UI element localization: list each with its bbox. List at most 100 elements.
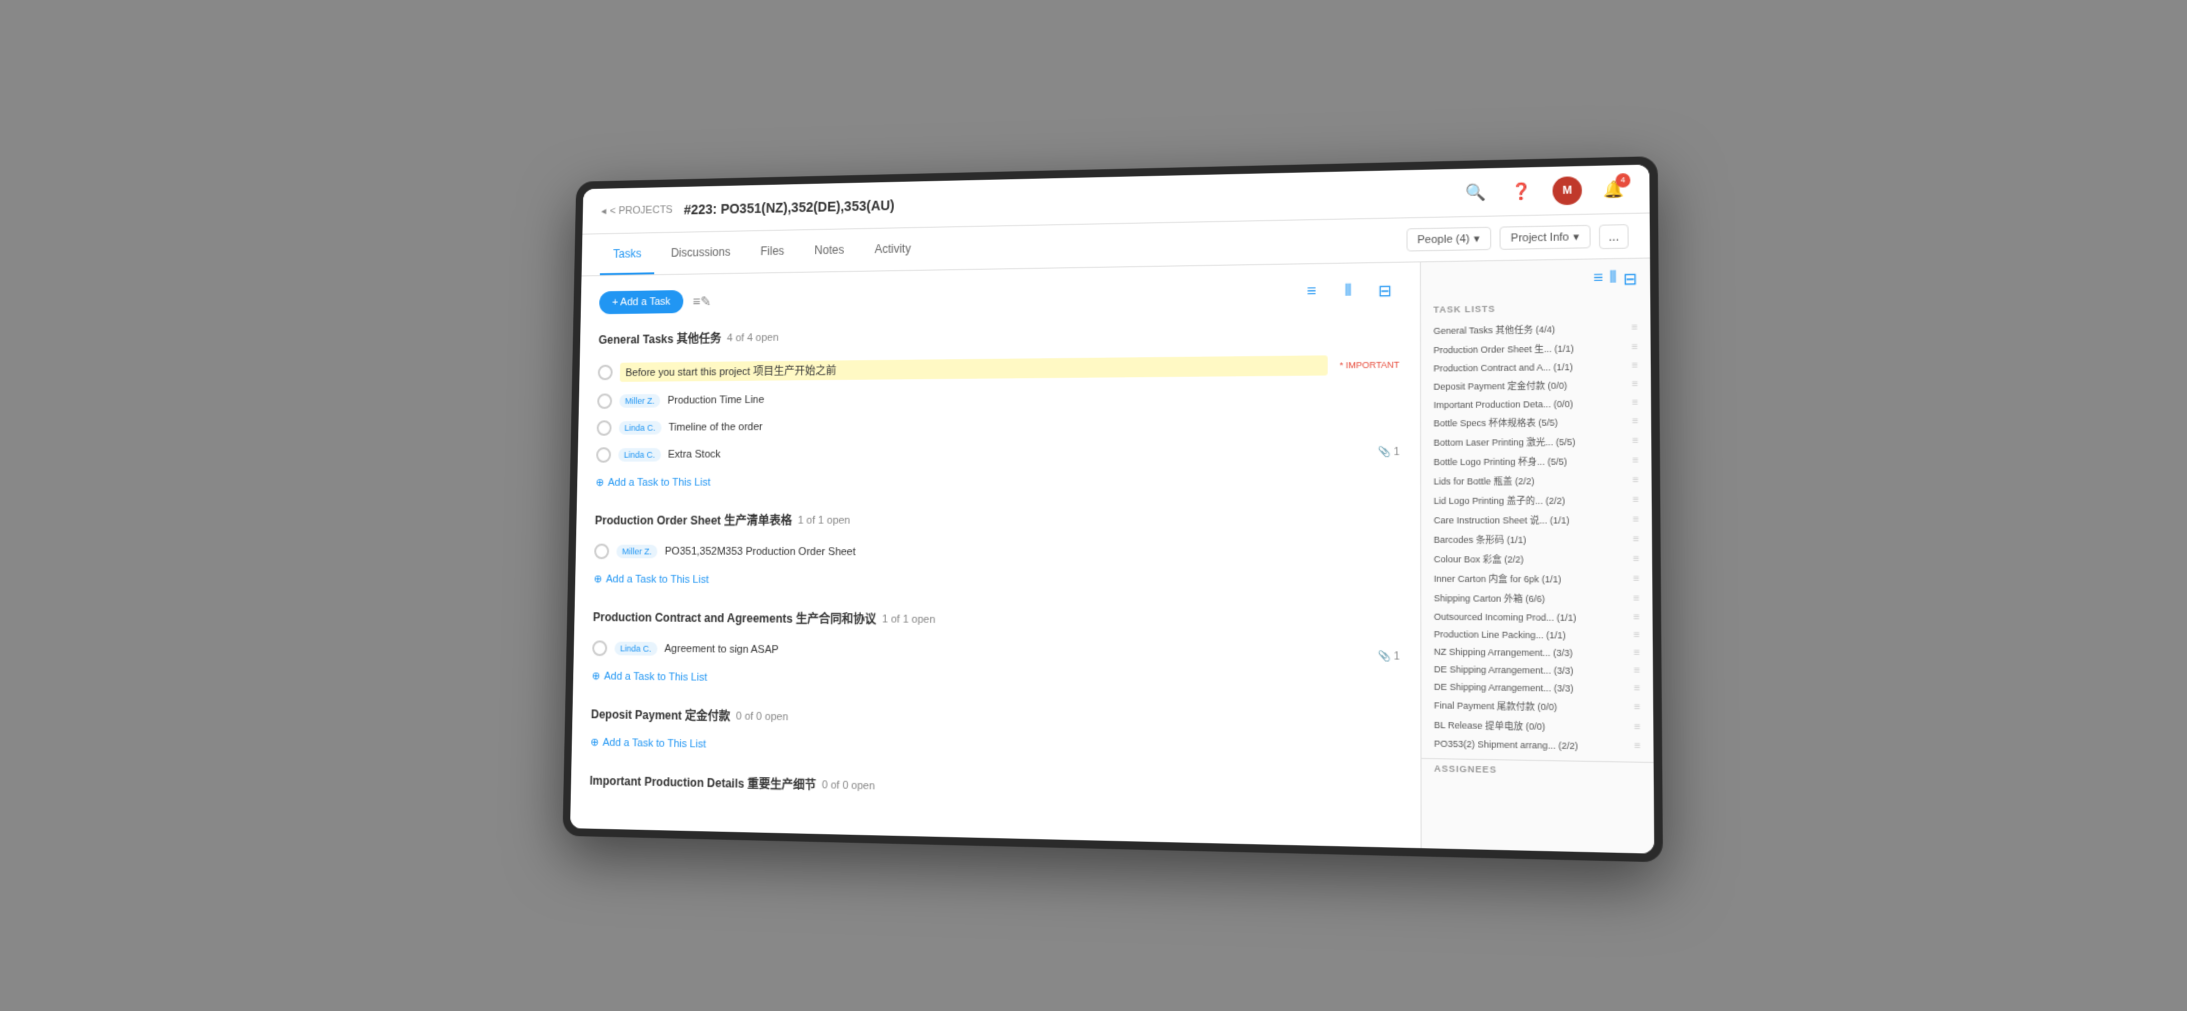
- sidebar-list-menu-icon[interactable]: ≡: [1632, 514, 1638, 525]
- task-name[interactable]: Agreement to sign ASAP: [664, 643, 1369, 662]
- sidebar-list-item[interactable]: Bottle Logo Printing 杯身... (5/5) ≡: [1421, 451, 1651, 471]
- people-button[interactable]: People (4) ▾: [1405, 226, 1490, 251]
- sidebar-list-item[interactable]: PO353(2) Shipment arrang... (2/2) ≡: [1421, 734, 1653, 755]
- add-task-button[interactable]: + Add a Task: [599, 290, 684, 314]
- sidebar-list-item[interactable]: Bottle Specs 杯体规格表 (5/5) ≡: [1421, 411, 1651, 432]
- sidebar-list-item[interactable]: Lid Logo Printing 盖子的... (2/2) ≡: [1421, 490, 1652, 510]
- sidebar-column-view-icon[interactable]: ⦀: [1609, 269, 1617, 290]
- sidebar-list-item[interactable]: Deposit Payment 定金付款 (0/0) ≡: [1421, 374, 1651, 395]
- add-to-list-button[interactable]: ⊕ Add a Task to This List: [593, 568, 1399, 593]
- sidebar-list-item[interactable]: Shipping Carton 外箱 (6/6) ≡: [1421, 587, 1652, 608]
- back-label: < PROJECTS: [609, 203, 672, 216]
- sidebar-list-name: Shipping Carton 外箱 (6/6): [1433, 591, 1633, 606]
- sidebar-list-item[interactable]: Colour Box 彩盒 (2/2) ≡: [1421, 548, 1652, 568]
- important-badge: * IMPORTANT: [1339, 359, 1399, 370]
- sidebar-list-item[interactable]: Production Order Sheet 生... (1/1) ≡: [1421, 337, 1651, 359]
- notification-button[interactable]: 🔔 4: [1598, 174, 1628, 203]
- sidebar-list-item[interactable]: Outsourced Incoming Prod... (1/1) ≡: [1421, 607, 1652, 626]
- task-checkbox[interactable]: [594, 543, 609, 559]
- task-name[interactable]: Before you start this project 项目生产开始之前: [619, 355, 1327, 382]
- tab-tasks[interactable]: Tasks: [599, 233, 654, 275]
- assignee-chip[interactable]: Linda C.: [614, 641, 657, 655]
- task-name[interactable]: PO351,352M353 Production Order Sheet: [664, 545, 1399, 559]
- help-button[interactable]: ❓: [1506, 176, 1535, 205]
- add-to-list-button[interactable]: ⊕ Add a Task to This List: [590, 731, 1399, 766]
- sidebar-list-item[interactable]: Final Payment 尾款付款 (0/0) ≡: [1421, 694, 1653, 717]
- task-name[interactable]: Extra Stock: [667, 446, 1369, 460]
- sidebar-list-menu-icon[interactable]: ≡: [1633, 647, 1639, 659]
- sidebar-list-menu-icon[interactable]: ≡: [1633, 612, 1639, 624]
- sidebar-list-menu-icon[interactable]: ≡: [1631, 360, 1637, 371]
- sidebar-list-menu-icon[interactable]: ≡: [1631, 341, 1637, 352]
- sidebar-list-name: NZ Shipping Arrangement... (3/3): [1433, 646, 1633, 658]
- more-options-button[interactable]: ...: [1598, 223, 1628, 248]
- nav-tabs: Tasks Discussions Files Notes Activity: [599, 227, 924, 274]
- section-title: Important Production Details 重要生产细节: [589, 771, 816, 792]
- sidebar-list-item[interactable]: Production Contract and A... (1/1) ≡: [1421, 357, 1651, 377]
- sidebar-list-menu-icon[interactable]: ≡: [1631, 397, 1637, 408]
- task-checkbox[interactable]: [596, 420, 611, 435]
- add-to-list-button[interactable]: ⊕ Add a Task to This List: [595, 470, 1399, 492]
- assignee-chip[interactable]: Miller Z.: [616, 544, 657, 558]
- back-to-projects[interactable]: ◂ < PROJECTS: [601, 203, 673, 217]
- sidebar-list-menu-icon[interactable]: ≡: [1633, 629, 1639, 641]
- task-checkbox[interactable]: [596, 447, 611, 462]
- sidebar-list-item[interactable]: General Tasks 其他任务 (4/4) ≡: [1420, 318, 1650, 340]
- sidebar-list-menu-icon[interactable]: ≡: [1631, 378, 1637, 389]
- sidebar-list-menu-icon[interactable]: ≡: [1633, 665, 1639, 677]
- sidebar-list-menu-icon[interactable]: ≡: [1633, 553, 1639, 564]
- sidebar-list-menu-icon[interactable]: ≡: [1633, 683, 1639, 695]
- column-view-button[interactable]: ⦀: [1333, 277, 1362, 306]
- plus-icon: ⊕: [595, 476, 604, 489]
- task-item: Linda C. Timeline of the order: [596, 409, 1399, 441]
- task-checkbox[interactable]: [597, 364, 612, 379]
- task-checkbox[interactable]: [597, 393, 612, 408]
- sidebar-list-item[interactable]: DE Shipping Arrangement... (3/3) ≡: [1421, 659, 1653, 679]
- sidebar-list-item[interactable]: Production Line Packing... (1/1) ≡: [1421, 624, 1652, 644]
- sidebar-list-item[interactable]: DE Shipping Arrangement... (3/3) ≡: [1421, 677, 1653, 698]
- assignee-chip[interactable]: Linda C.: [618, 420, 660, 434]
- sidebar-list-item[interactable]: NZ Shipping Arrangement... (3/3) ≡: [1421, 642, 1653, 662]
- sidebar-list-view-icon[interactable]: ≡: [1593, 269, 1603, 290]
- sidebar-list-name: Inner Carton 内盒 for 6pk (1/1): [1433, 571, 1632, 585]
- sidebar-grid-view-icon[interactable]: ⊟: [1623, 268, 1637, 289]
- project-info-button[interactable]: Project Info ▾: [1499, 224, 1590, 249]
- task-name[interactable]: Timeline of the order: [668, 417, 1399, 433]
- assignee-chip[interactable]: Miller Z.: [619, 394, 660, 408]
- sidebar-list-item[interactable]: Care Instruction Sheet 说... (1/1) ≡: [1421, 510, 1652, 530]
- assignee-chip[interactable]: Linda C.: [618, 447, 660, 461]
- plus-icon: ⊕: [593, 572, 602, 585]
- task-name[interactable]: Production Time Line: [667, 389, 1399, 406]
- sidebar-list-item[interactable]: Important Production Deta... (0/0) ≡: [1421, 394, 1651, 413]
- tab-files[interactable]: Files: [746, 230, 797, 272]
- sidebar-list-menu-icon[interactable]: ≡: [1633, 573, 1639, 584]
- sidebar-list-menu-icon[interactable]: ≡: [1632, 416, 1638, 427]
- sidebar-list-menu-icon[interactable]: ≡: [1632, 455, 1638, 466]
- user-avatar[interactable]: M: [1552, 175, 1582, 204]
- task-attachment: 📎 1: [1378, 650, 1400, 662]
- sidebar-list-menu-icon[interactable]: ≡: [1632, 534, 1638, 545]
- sidebar-list-name: Important Production Deta... (0/0): [1433, 397, 1632, 409]
- tab-notes[interactable]: Notes: [800, 229, 857, 272]
- sidebar-list-menu-icon[interactable]: ≡: [1632, 474, 1638, 485]
- sidebar-list-item[interactable]: Bottom Laser Printing 激光... (5/5) ≡: [1421, 431, 1651, 452]
- sort-icon[interactable]: ≡✎: [692, 292, 711, 309]
- sidebar-list-item[interactable]: Barcodes 条形码 (1/1) ≡: [1421, 529, 1652, 549]
- sidebar-list-menu-icon[interactable]: ≡: [1632, 494, 1638, 505]
- add-to-list-button[interactable]: ⊕ Add a Task to This List: [591, 665, 1399, 696]
- task-item: Miller Z. PO351,352M353 Production Order…: [594, 537, 1400, 567]
- sidebar-list-menu-icon[interactable]: ≡: [1632, 435, 1638, 446]
- sidebar-list-menu-icon[interactable]: ≡: [1633, 593, 1639, 604]
- task-checkbox[interactable]: [592, 640, 607, 656]
- sidebar-list-menu-icon[interactable]: ≡: [1631, 322, 1637, 333]
- sidebar-list-menu-icon[interactable]: ≡: [1634, 721, 1640, 733]
- sidebar-list-item[interactable]: Lids for Bottle 瓶盖 (2/2) ≡: [1421, 470, 1651, 490]
- grid-view-button[interactable]: ⊟: [1370, 276, 1399, 305]
- tab-discussions[interactable]: Discussions: [657, 231, 743, 274]
- list-view-button[interactable]: ≡: [1297, 277, 1325, 305]
- sidebar-list-menu-icon[interactable]: ≡: [1634, 740, 1640, 752]
- search-button[interactable]: 🔍: [1461, 177, 1490, 206]
- sidebar-list-item[interactable]: Inner Carton 内盒 for 6pk (1/1) ≡: [1421, 568, 1652, 589]
- sidebar-list-menu-icon[interactable]: ≡: [1634, 701, 1640, 713]
- tab-activity[interactable]: Activity: [860, 227, 924, 270]
